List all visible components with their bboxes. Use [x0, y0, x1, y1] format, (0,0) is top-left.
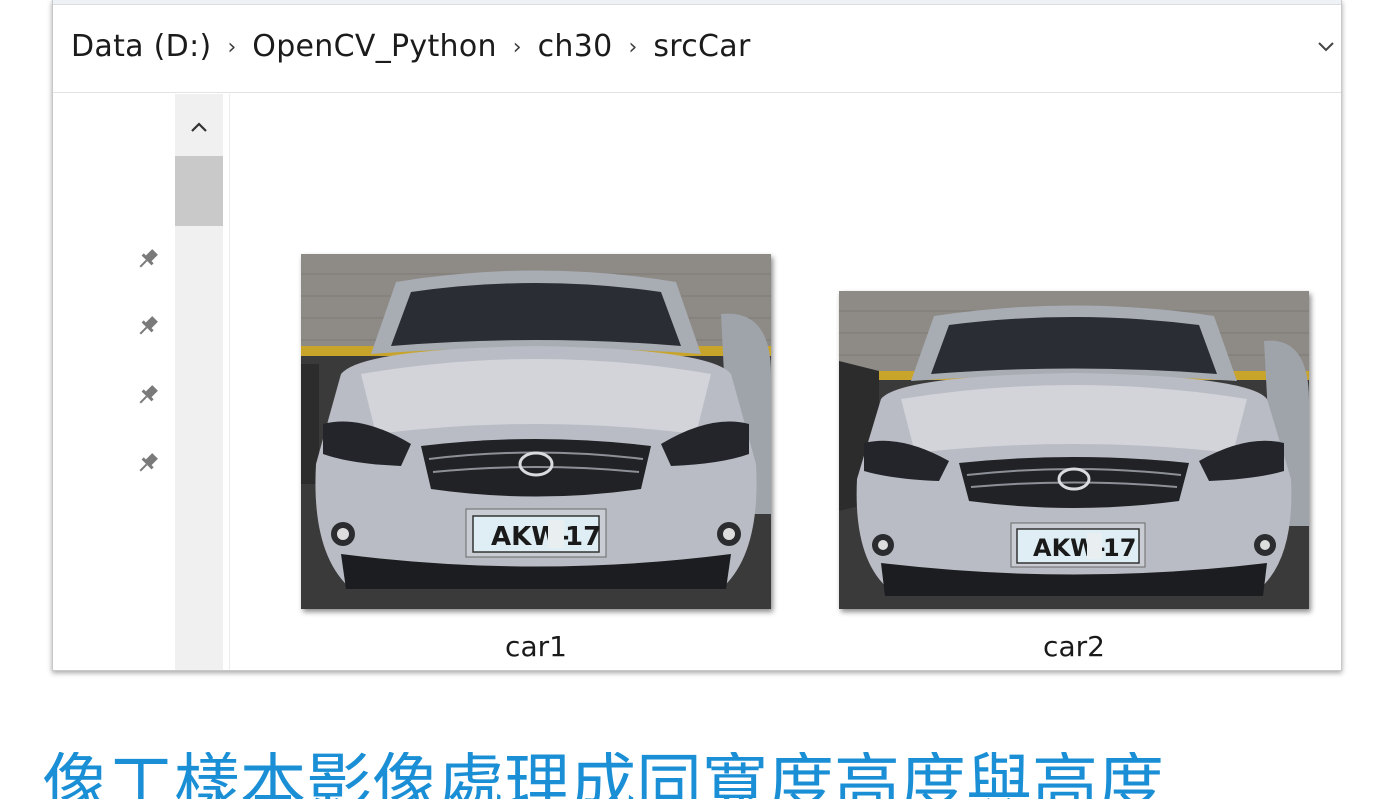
- file-name-car1[interactable]: car1: [386, 630, 686, 663]
- breadcrumb-separator-icon[interactable]: ›: [629, 35, 638, 60]
- breadcrumb-item-srccar[interactable]: srcCar: [653, 29, 750, 64]
- pin-icon[interactable]: [135, 450, 161, 476]
- license-plate-suffix: 17: [1103, 534, 1136, 562]
- car-image: AKW- 17: [301, 254, 771, 609]
- file-name-car2[interactable]: car2: [924, 630, 1224, 663]
- file-thumbnail-car1[interactable]: AKW- 17: [301, 254, 771, 609]
- file-list-pane: AKW- 17 car1 AKW- 17 car2: [229, 94, 1341, 670]
- address-bar[interactable]: Data (D:) › OpenCV_Python › ch30 › srcCa…: [53, 0, 1341, 93]
- chevron-up-icon: [191, 122, 207, 132]
- chevron-down-icon[interactable]: [1317, 37, 1335, 55]
- breadcrumb-separator-icon[interactable]: ›: [227, 35, 236, 60]
- car-image: AKW- 17: [839, 291, 1309, 609]
- breadcrumb-separator-icon[interactable]: ›: [513, 35, 522, 60]
- breadcrumb-item-opencv-python[interactable]: OpenCV_Python: [252, 29, 497, 64]
- scroll-up-button[interactable]: [175, 112, 223, 142]
- vertical-scrollbar[interactable]: [175, 94, 223, 670]
- scroll-thumb[interactable]: [175, 156, 223, 226]
- pin-icon[interactable]: [135, 382, 161, 408]
- license-plate-suffix: 17: [565, 522, 601, 552]
- pin-icon[interactable]: [135, 313, 161, 339]
- file-explorer-window: Data (D:) › OpenCV_Python › ch30 › srcCa…: [52, 0, 1342, 671]
- pin-icon[interactable]: [135, 246, 161, 272]
- caption-strip: 像工樣本影像處理成同寬度高度與高度: [0, 752, 1400, 799]
- caption-text: 像工樣本影像處理成同寬度高度與高度: [42, 752, 1164, 799]
- breadcrumb-item-ch30[interactable]: ch30: [538, 29, 613, 64]
- file-thumbnail-car2[interactable]: AKW- 17: [839, 291, 1309, 609]
- breadcrumb-item-drive[interactable]: Data (D:): [71, 29, 211, 64]
